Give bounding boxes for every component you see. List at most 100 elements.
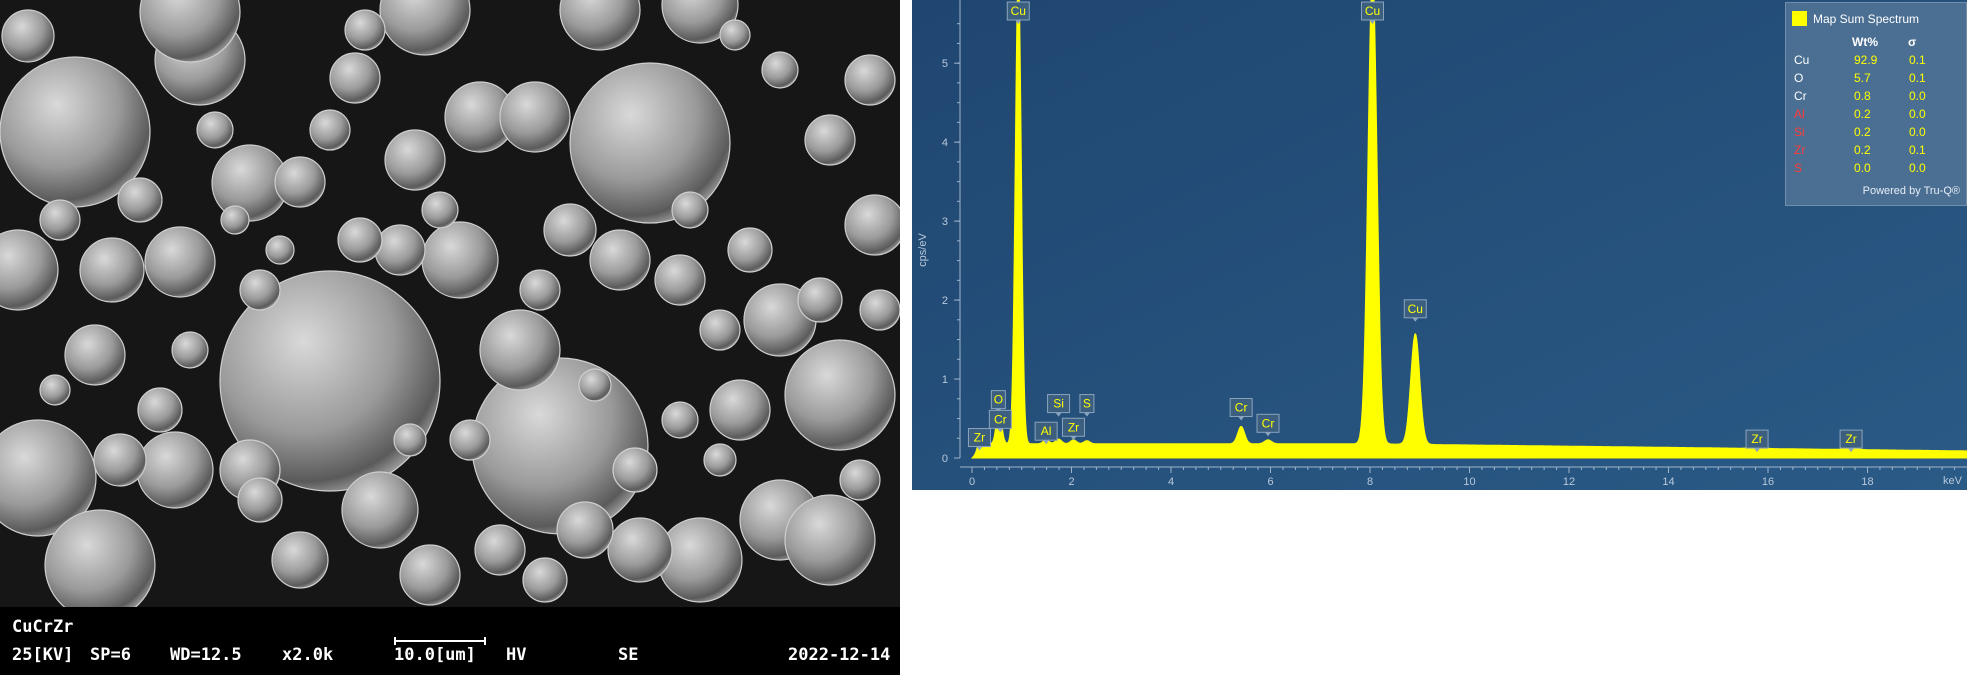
powder-particle	[39, 199, 81, 241]
powder-particle	[761, 51, 799, 89]
x-tick-label: 8	[1367, 476, 1373, 488]
vacuum-mode: HV	[506, 645, 527, 665]
powder-particle	[449, 419, 491, 461]
scale-bar-label: 10.0[um]	[394, 645, 476, 665]
svg-text:Zr: Zr	[1751, 432, 1762, 446]
x-tick-label: 12	[1563, 476, 1575, 488]
svg-text:Cu: Cu	[1011, 4, 1026, 18]
powder-particle	[39, 374, 71, 406]
powder-particle	[844, 54, 896, 106]
powder-particle	[220, 205, 250, 235]
powder-particle	[839, 459, 881, 501]
svg-text:Si: Si	[1053, 397, 1064, 411]
column-header-wt: Wt%	[1852, 35, 1878, 49]
powder-particle	[522, 557, 568, 603]
scale-bar	[394, 637, 486, 645]
powder-particle	[196, 111, 234, 149]
legend-row-al: Al 0.2 0.0	[1794, 107, 1964, 125]
legend-row-cr: Cr 0.8 0.0	[1794, 89, 1964, 107]
weight-percent: 0.2	[1854, 107, 1871, 121]
powder-particle	[519, 269, 561, 311]
powder-particle	[671, 191, 709, 229]
svg-text:Zr: Zr	[974, 431, 985, 445]
powered-by-label: Powered by Tru-Q®	[1862, 185, 1960, 197]
powder-particle	[784, 339, 896, 451]
powder-particle	[117, 177, 163, 223]
powder-particle	[374, 224, 426, 276]
sem-particles	[0, 0, 900, 607]
powder-particle	[329, 52, 381, 104]
y-tick-label: 4	[942, 137, 948, 149]
element-symbol: S	[1794, 161, 1803, 175]
element-symbol: Al	[1794, 107, 1805, 121]
accelerating-voltage: 25[KV]	[12, 645, 74, 665]
x-tick-label: 16	[1762, 476, 1774, 488]
powder-particle	[719, 19, 751, 51]
powder-particle	[654, 254, 706, 306]
sigma-value: 0.0	[1909, 161, 1926, 175]
powder-particle	[543, 203, 597, 257]
powder-particle	[341, 471, 419, 549]
sigma-value: 0.0	[1909, 107, 1926, 121]
element-symbol: Cu	[1794, 53, 1810, 67]
svg-text:Al: Al	[1041, 424, 1052, 438]
powder-particle	[479, 309, 561, 391]
x-tick-label: 4	[1168, 476, 1174, 488]
x-tick-label: 10	[1463, 476, 1475, 488]
powder-particle	[859, 289, 900, 331]
powder-particle	[393, 423, 427, 457]
acquisition-date: 2022-12-14	[788, 645, 891, 665]
legend-row-si: Si 0.2 0.0	[1794, 125, 1964, 143]
legend-header: Map Sum Spectrum	[1792, 11, 1919, 26]
powder-particle	[384, 129, 446, 191]
sigma-value: 0.0	[1909, 125, 1926, 139]
powder-particle	[399, 544, 461, 606]
sample-name: CuCrZr	[12, 617, 74, 637]
powder-particle	[727, 227, 773, 273]
svg-text:Cu: Cu	[1408, 302, 1423, 316]
powder-particle	[797, 277, 843, 323]
weight-percent: 0.8	[1854, 89, 1871, 103]
legend-title: Map Sum Spectrum	[1813, 11, 1920, 26]
powder-particle	[589, 229, 651, 291]
element-symbol: Zr	[1794, 143, 1806, 157]
powder-particle	[612, 447, 658, 493]
powder-particle	[556, 501, 614, 559]
y-tick-label: 1	[942, 374, 948, 386]
legend-row-o: O 5.7 0.1	[1794, 71, 1964, 89]
detector-mode: SE	[618, 645, 639, 665]
magnification: x2.0k	[282, 645, 334, 665]
column-header-sigma: σ	[1908, 35, 1917, 49]
powder-particle	[703, 443, 737, 477]
powder-particle	[137, 387, 183, 433]
x-tick-label: 2	[1068, 476, 1074, 488]
powder-particle	[471, 357, 649, 535]
element-symbol: O	[1794, 71, 1804, 85]
powder-particle	[79, 237, 145, 303]
x-axis-unit-label: keV	[1943, 475, 1963, 487]
powder-particle	[136, 431, 214, 509]
x-tick-label: 18	[1861, 476, 1873, 488]
y-tick-label: 3	[942, 216, 948, 228]
powder-particle	[421, 191, 459, 229]
spot-size: SP=6	[90, 645, 131, 665]
svg-text:Zr: Zr	[1845, 432, 1856, 446]
powder-particle	[784, 494, 876, 586]
powder-particle	[344, 9, 386, 51]
series-swatch	[1792, 11, 1807, 26]
sigma-value: 0.1	[1909, 143, 1926, 157]
powder-particle	[93, 433, 147, 487]
y-tick-label: 2	[942, 295, 948, 307]
sem-info-bar: CuCrZr 25[KV] SP=6 WD=12.5 x2.0k 10.0[um…	[0, 607, 900, 675]
svg-text:Cr: Cr	[994, 412, 1007, 426]
element-symbol: Cr	[1794, 89, 1807, 103]
legend-row-zr: Zr 0.2 0.1	[1794, 143, 1964, 161]
sigma-value: 0.1	[1909, 71, 1926, 85]
powder-particle	[237, 477, 283, 523]
svg-text:Cr: Cr	[1262, 416, 1275, 430]
sem-micrograph	[0, 0, 900, 607]
powder-particle	[421, 221, 499, 299]
y-tick-label: 0	[942, 453, 948, 465]
powder-particle	[1, 9, 55, 63]
y-axis-label: cps/eV	[917, 233, 929, 267]
